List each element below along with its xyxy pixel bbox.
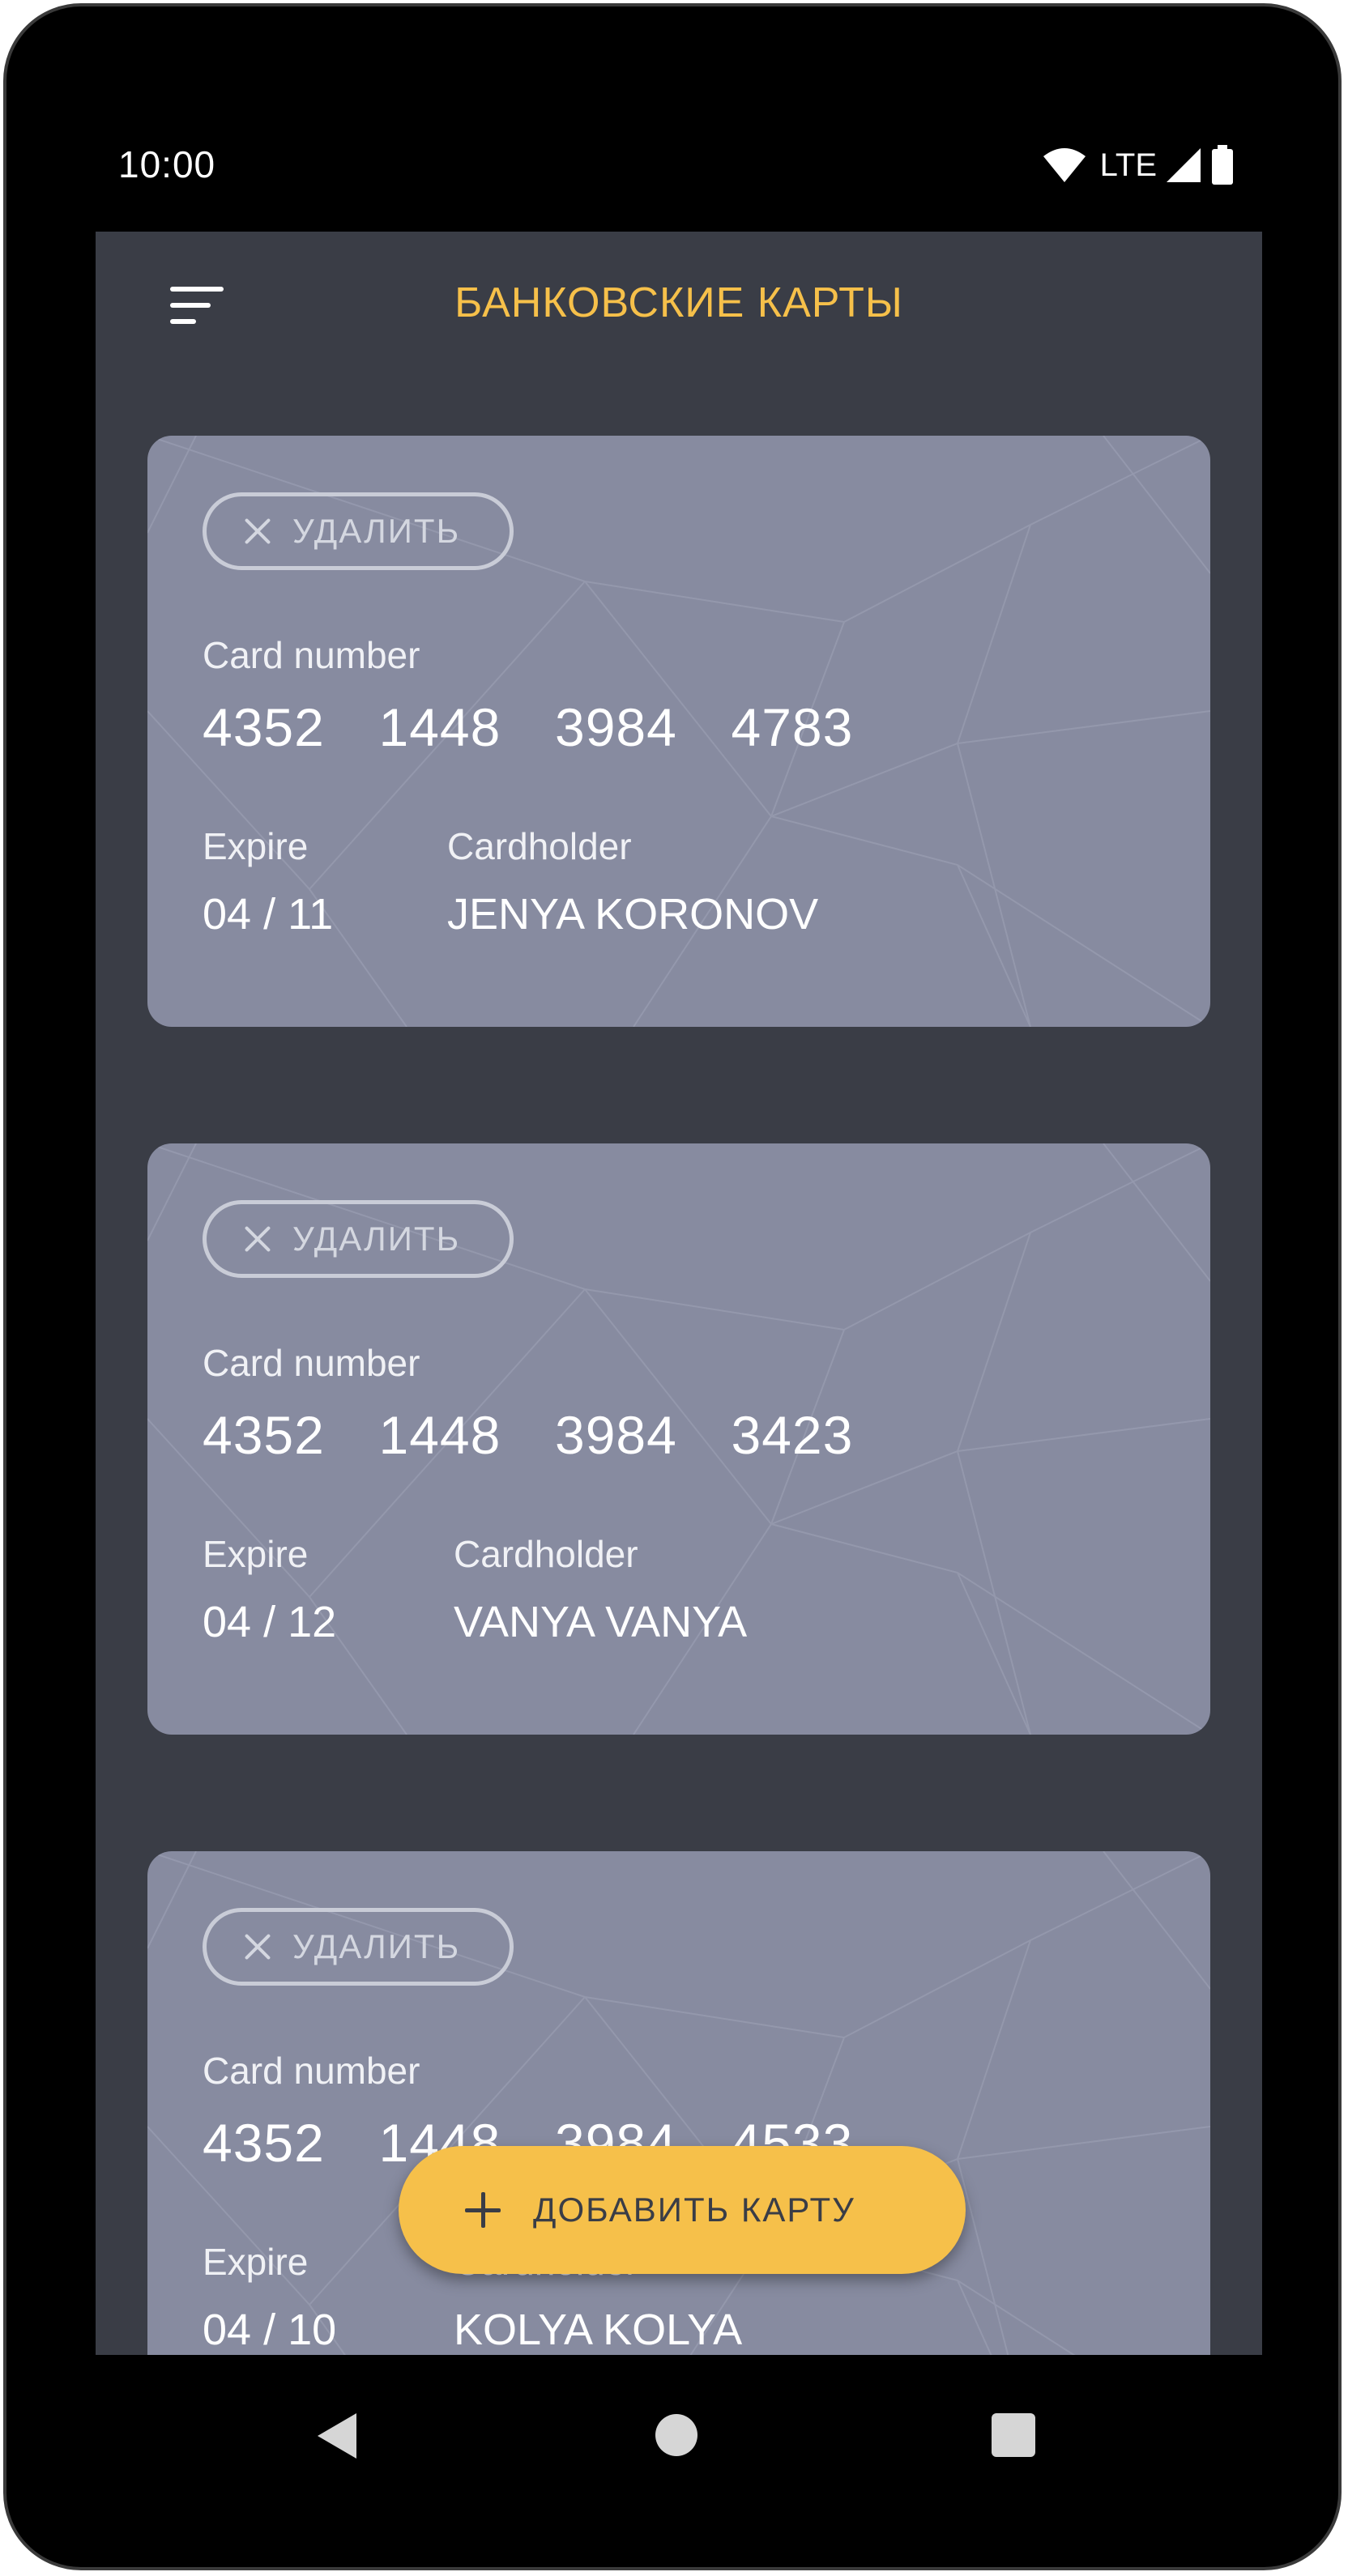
card-number-label: Card number [203,634,420,676]
expire-value: 04 / 11 [203,890,334,939]
expire-value: 04 / 10 [203,2306,337,2354]
card-number-label: Card number [203,1342,420,1384]
status-icons: LTE [1042,143,1235,188]
delete-label: УДАЛИТЬ [292,1220,461,1258]
add-card-label: ДОБАВИТЬ КАРТУ [533,2191,855,2229]
expire-label: Expire [203,825,309,867]
add-card-button[interactable]: ДОБАВИТЬ КАРТУ [399,2146,966,2274]
delete-card-button[interactable]: УДАЛИТЬ [203,492,514,570]
device-frame: 10:00 LTE БАНКОВСКИЕ КАРТЫ УДАЛИТЬ Card … [3,3,1342,2570]
cardholder-value: JENYA KORONOV [447,890,819,939]
delete-card-button[interactable]: УДАЛИТЬ [203,1200,514,1278]
bank-card: УДАЛИТЬ Card number 4352 1448 3984 3423 … [147,1143,1210,1735]
card-number-label: Card number [203,2050,420,2092]
back-icon[interactable] [314,2410,360,2462]
close-icon [244,1933,271,1961]
navigation-bar [6,2355,1338,2567]
app-bar: БАНКОВСКИЕ КАРТЫ [96,232,1262,369]
cardholder-label: Cardholder [447,825,632,867]
app-screen: БАНКОВСКИЕ КАРТЫ УДАЛИТЬ Card number 435… [96,232,1262,2355]
expire-label: Expire [203,2241,309,2283]
signal-icon [1167,148,1201,182]
bank-card: УДАЛИТЬ Card number 4352 1448 3984 4783 … [147,436,1210,1027]
bank-card: УДАЛИТЬ Card number 4352 1448 3984 4533 … [147,1851,1210,2355]
delete-card-button[interactable]: УДАЛИТЬ [203,1908,514,1986]
recents-icon[interactable] [992,2413,1035,2457]
card-number: 4352 1448 3984 3423 [203,1405,854,1465]
cardholder-value: KOLYA KOLYA [454,2306,743,2354]
cardholder-label: Cardholder [454,1533,638,1575]
delete-label: УДАЛИТЬ [292,512,461,550]
card-number: 4352 1448 3984 4783 [203,697,854,757]
expire-value: 04 / 12 [203,1598,337,1646]
plus-icon [465,2192,501,2228]
cardholder-value: VANYA VANYA [454,1598,748,1646]
close-icon [244,517,271,545]
wifi-icon [1043,148,1086,182]
home-icon[interactable] [655,2413,698,2457]
delete-label: УДАЛИТЬ [292,1927,461,1965]
page-title: БАНКОВСКИЕ КАРТЫ [454,279,903,326]
close-icon [244,1225,271,1253]
network-type: LTE [1099,147,1157,183]
status-bar: 10:00 LTE [6,6,1338,233]
battery-icon [1212,145,1233,185]
status-time: 10:00 [118,143,216,185]
expire-label: Expire [203,1533,309,1575]
